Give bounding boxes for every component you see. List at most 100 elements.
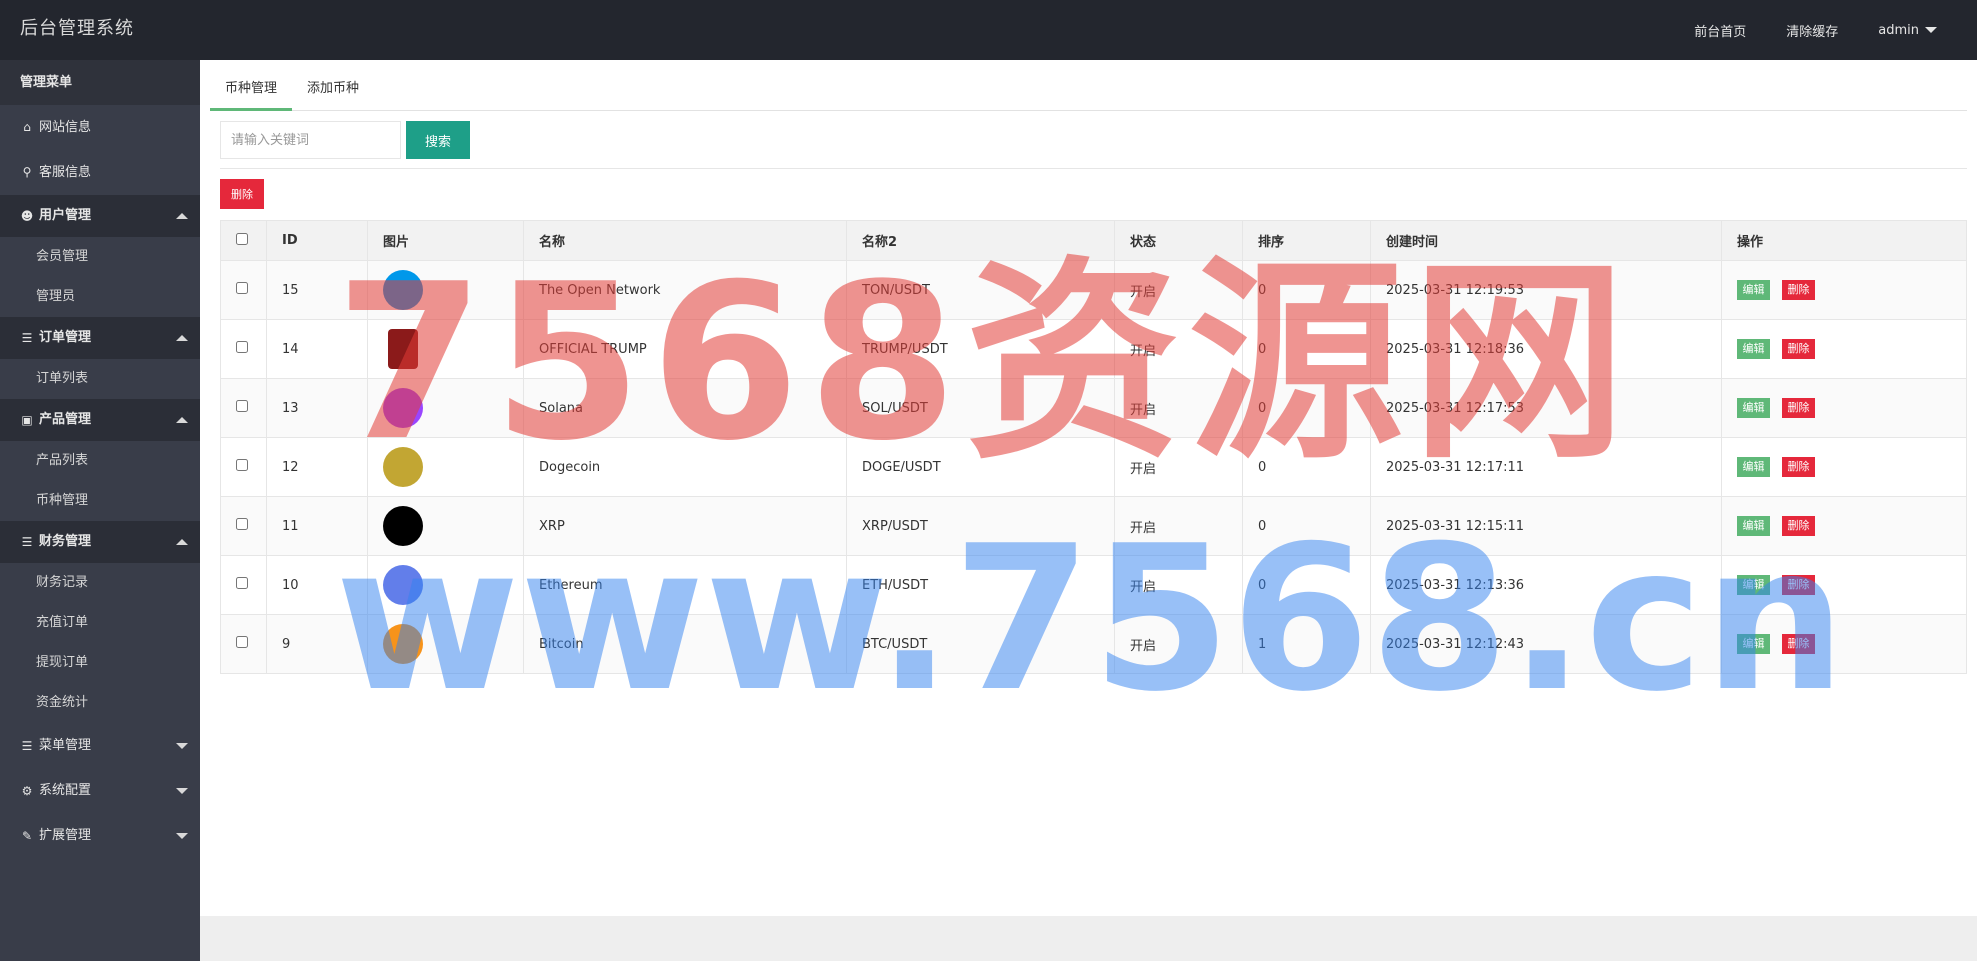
- col-created: 创建时间: [1370, 220, 1722, 261]
- top-header: 后台管理系统 前台首页 清除缓存 admin: [0, 0, 1977, 60]
- table-row: 13 Solana SOL/USDT 开启 0 2025-03-31 12:17:53 编辑…: [220, 378, 1967, 438]
- sidebar-group-label: 财务管理: [39, 534, 92, 549]
- sidebar-group-6[interactable]: ✎ 扩展管理: [0, 813, 200, 858]
- select-all-cell: [220, 220, 267, 261]
- sidebar-group-2[interactable]: ▣ 产品管理: [0, 399, 200, 441]
- chevron-up-icon: [176, 417, 188, 423]
- sidebar-item-0[interactable]: ⌂ 网站信息: [0, 105, 200, 150]
- cell-created: 2025-03-31 12:17:53: [1370, 378, 1722, 438]
- edit-button[interactable]: 编辑: [1737, 398, 1770, 418]
- row-select-cell: [220, 555, 267, 615]
- row-checkbox[interactable]: [236, 400, 248, 412]
- col-name2: 名称2: [846, 220, 1115, 261]
- sidebar-subitem[interactable]: 财务记录: [0, 563, 200, 603]
- row-select-cell: [220, 614, 267, 674]
- sidebar-group-1[interactable]: ☰ 订单管理: [0, 317, 200, 359]
- sidebar-group-4[interactable]: ☰ 菜单管理: [0, 723, 200, 768]
- chevron-up-icon: [176, 539, 188, 545]
- cell-image: [367, 319, 524, 379]
- coin-table: ID 图片 名称 名称2 状态 排序 创建时间 操作 15 The Open Ne…: [220, 220, 1967, 674]
- sidebar-subitem[interactable]: 充值订单: [0, 603, 200, 643]
- col-actions: 操作: [1721, 220, 1967, 261]
- cell-image: [367, 260, 524, 320]
- delete-button[interactable]: 删除: [1782, 398, 1815, 418]
- sidebar-group-3[interactable]: ☰ 财务管理: [0, 521, 200, 563]
- cell-sort: 0: [1242, 555, 1371, 615]
- edit-button[interactable]: 编辑: [1737, 339, 1770, 359]
- user-menu[interactable]: admin: [1878, 23, 1937, 38]
- row-checkbox[interactable]: [236, 341, 248, 353]
- cell-status: 开启: [1114, 378, 1243, 438]
- users-icon: ☻: [20, 209, 34, 223]
- clear-cache-link[interactable]: 清除缓存: [1786, 21, 1838, 40]
- search-button[interactable]: 搜索: [406, 121, 470, 159]
- sidebar-subitem[interactable]: 提现订单: [0, 643, 200, 683]
- search-bar: 搜索: [220, 121, 470, 159]
- home-icon: ⌂: [23, 120, 31, 134]
- cell-name: Dogecoin: [523, 437, 847, 497]
- list-icon: ☰: [21, 331, 33, 345]
- cell-sort: 0: [1242, 378, 1371, 438]
- row-checkbox[interactable]: [236, 636, 248, 648]
- sidebar-subitem[interactable]: 会员管理: [0, 237, 200, 277]
- row-select-cell: [220, 319, 267, 379]
- sidebar-title: 管理菜单: [0, 60, 200, 105]
- coin-logo-icon: [383, 447, 423, 487]
- delete-button[interactable]: 删除: [1782, 575, 1815, 595]
- edit-button[interactable]: 编辑: [1737, 575, 1770, 595]
- tab-bar: 币种管理 添加币种: [210, 60, 1967, 111]
- row-checkbox[interactable]: [236, 577, 248, 589]
- row-select-cell: [220, 496, 267, 556]
- sidebar-item-label: 网站信息: [39, 120, 92, 135]
- row-checkbox[interactable]: [236, 518, 248, 530]
- coin-logo-icon: [383, 388, 423, 428]
- edit-button[interactable]: 编辑: [1737, 516, 1770, 536]
- col-status: 状态: [1114, 220, 1243, 261]
- row-checkbox[interactable]: [236, 282, 248, 294]
- cell-id: 15: [266, 260, 368, 320]
- sidebar-subitem[interactable]: 管理员: [0, 277, 200, 317]
- tab-coin-management[interactable]: 币种管理: [210, 60, 293, 111]
- sidebar-subitem[interactable]: 资金统计: [0, 683, 200, 723]
- search-input[interactable]: [220, 121, 401, 159]
- delete-button[interactable]: 删除: [1782, 457, 1815, 477]
- select-all-checkbox[interactable]: [236, 232, 248, 245]
- bulk-delete-button[interactable]: 删除: [220, 179, 264, 209]
- header-nav: 前台首页 清除缓存 admin: [1654, 0, 1937, 60]
- cell-name2: XRP/USDT: [846, 496, 1115, 556]
- edit-button[interactable]: 编辑: [1737, 634, 1770, 654]
- table-row: 14 OFFICIAL TRUMP TRUMP/USDT 开启 0 2025-03-31 …: [220, 319, 1967, 379]
- edit-button[interactable]: 编辑: [1737, 457, 1770, 477]
- delete-button[interactable]: 删除: [1782, 634, 1815, 654]
- cell-name2: ETH/USDT: [846, 555, 1115, 615]
- cell-name2: BTC/USDT: [846, 614, 1115, 674]
- delete-button[interactable]: 删除: [1782, 280, 1815, 300]
- cell-created: 2025-03-31 12:13:36: [1370, 555, 1722, 615]
- tab-add-coin[interactable]: 添加币种: [292, 60, 374, 111]
- cell-actions: 编辑 删除: [1721, 378, 1967, 438]
- sidebar-subitem[interactable]: 币种管理: [0, 481, 200, 521]
- sidebar-subitem[interactable]: 订单列表: [0, 359, 200, 399]
- col-sort: 排序: [1242, 220, 1371, 261]
- list-icon: ☰: [21, 535, 33, 549]
- sidebar-group-5[interactable]: ⚙ 系统配置: [0, 768, 200, 813]
- delete-button[interactable]: 删除: [1782, 339, 1815, 359]
- row-checkbox[interactable]: [236, 459, 248, 471]
- sidebar-subitem[interactable]: 产品列表: [0, 441, 200, 481]
- cell-id: 12: [266, 437, 368, 497]
- table-row: 11 XRP XRP/USDT 开启 0 2025-03-31 12:15:11 编辑 删除: [220, 496, 1967, 556]
- col-id: ID: [266, 220, 368, 261]
- cell-status: 开启: [1114, 437, 1243, 497]
- cell-actions: 编辑 删除: [1721, 614, 1967, 674]
- sidebar-group-label: 扩展管理: [39, 827, 92, 843]
- edit-button[interactable]: 编辑: [1737, 280, 1770, 300]
- cell-name: The Open Network: [523, 260, 847, 320]
- sidebar-group-0[interactable]: ☻ 用户管理: [0, 195, 200, 237]
- sidebar-item-1[interactable]: ⚲ 客服信息: [0, 150, 200, 195]
- frontend-home-link[interactable]: 前台首页: [1694, 21, 1746, 40]
- row-select-cell: [220, 260, 267, 320]
- main-content: 币种管理 添加币种 搜索 删除 ID 图片 名称 名称2 状态 排序 创建时间 …: [200, 60, 1977, 916]
- delete-button[interactable]: 删除: [1782, 516, 1815, 536]
- cell-sort: 0: [1242, 260, 1371, 320]
- footer-strip: [200, 916, 1977, 961]
